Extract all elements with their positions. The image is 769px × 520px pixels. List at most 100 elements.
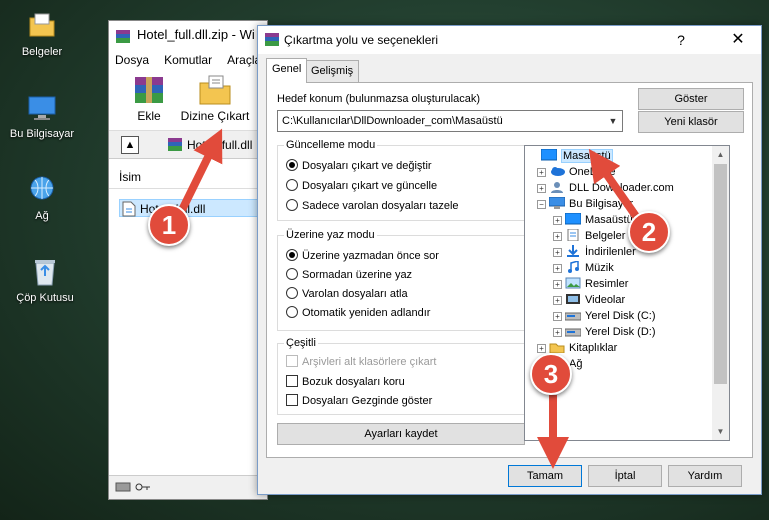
tree-expander-icon[interactable]: + — [553, 248, 562, 257]
tree-expander-icon[interactable]: + — [553, 328, 562, 337]
help-icon[interactable]: ? — [666, 26, 696, 54]
tree-node[interactable]: Masaüstü — [529, 148, 613, 164]
checkbox[interactable] — [286, 394, 298, 406]
new-folder-button[interactable]: Yeni klasör — [638, 111, 744, 133]
tree-node[interactable]: + Müzik — [553, 260, 614, 276]
help-button[interactable]: Yardım — [668, 465, 742, 487]
extract-to-button[interactable]: Dizine Çıkart — [179, 73, 251, 123]
save-settings-button[interactable]: Ayarları kaydet — [277, 423, 525, 445]
tree-node[interactable]: + İndirilenler — [553, 244, 636, 260]
tree-scrollbar[interactable]: ▲ ▼ — [712, 146, 729, 440]
desktop-icon-label: Çöp Kutusu — [16, 292, 74, 304]
list-item[interactable]: Hotel_full.dll — [119, 199, 259, 217]
desktop-icon-computer[interactable]: Bu Bilgisayar — [2, 92, 82, 140]
tree-node-label: Kitaplıklar — [569, 342, 618, 354]
tree-node[interactable]: + Masaüstü — [553, 212, 633, 228]
radio-selected[interactable] — [286, 159, 298, 171]
drive-icon — [564, 309, 582, 321]
tree-expander-icon[interactable]: + — [553, 264, 562, 273]
tree-node[interactable]: + DLL Downloader.com — [537, 180, 674, 196]
tree-node[interactable]: + Resimler — [553, 276, 628, 292]
radio[interactable] — [286, 287, 298, 299]
scroll-up-icon[interactable]: ▲ — [712, 146, 729, 163]
misc-option-subfolders: Arşivleri alt klasörlere çıkart — [286, 354, 436, 372]
menu-item-komutlar[interactable]: Komutlar — [158, 53, 218, 67]
tree-expander-icon[interactable]: + — [553, 232, 562, 241]
extract-folder-icon — [197, 73, 233, 107]
tree-node-label: Resimler — [585, 278, 629, 290]
update-option-update[interactable]: Dosyaları çıkart ve güncelle — [286, 178, 437, 196]
column-header-name[interactable]: İsim — [109, 165, 267, 189]
group-title: Üzerine yaz modu — [284, 229, 377, 241]
scroll-thumb[interactable] — [714, 164, 727, 384]
tree-node-label: Videolar — [585, 294, 626, 306]
radio[interactable] — [286, 268, 298, 280]
destination-combo[interactable]: C:\Kullanıcılar\DllDownloader_com\Masaüs… — [277, 110, 623, 132]
menu-item-dosya[interactable]: Dosya — [109, 53, 155, 67]
step-marker-2: 2 — [628, 211, 670, 253]
radio[interactable] — [286, 179, 298, 191]
computer-icon — [26, 92, 58, 124]
drive-icon — [564, 325, 582, 337]
dialog-title-bar: Çıkartma yolu ve seçenekleri ? ✕ — [258, 26, 761, 54]
update-option-freshen[interactable]: Sadece varolan dosyaları tazele — [286, 198, 459, 216]
folder-tree[interactable]: Masaüstü + OneDrive + DLL Downloader.com − Bu … — [524, 145, 730, 441]
tree-node[interactable]: + OneDrive — [537, 164, 615, 180]
add-button[interactable]: Ekle — [119, 73, 179, 123]
tree-node[interactable]: + Yerel Disk (C:) — [553, 308, 656, 324]
desktop-icon-label: Belgeler — [21, 46, 63, 58]
option-label: Dosyaları çıkart ve güncelle — [302, 180, 438, 192]
tree-expander-icon[interactable]: + — [553, 312, 562, 321]
tree-node[interactable]: − Bu Bilgisayar — [537, 196, 633, 212]
drive-key-icon — [115, 481, 151, 493]
tree-expander-icon[interactable]: + — [537, 168, 546, 177]
ok-button[interactable]: Tamam — [508, 465, 582, 487]
tab-genel[interactable]: Genel — [266, 58, 308, 83]
overwrite-option-overwrite[interactable]: Sormadan üzerine yaz — [286, 267, 412, 285]
music-icon — [565, 260, 581, 273]
tab-gelismis[interactable]: Gelişmiş — [305, 60, 360, 82]
up-folder-icon[interactable]: ▲ — [121, 136, 139, 154]
radio-selected[interactable] — [286, 249, 298, 261]
tree-expander-icon[interactable]: + — [537, 344, 546, 353]
network-icon — [26, 174, 58, 206]
tree-expander-icon[interactable]: − — [537, 200, 546, 209]
desktop-icon-recycle-bin[interactable]: Çöp Kutusu — [5, 256, 85, 304]
tree-node[interactable]: + Videolar — [553, 292, 625, 308]
tree-expander-icon[interactable]: + — [553, 296, 562, 305]
tree-node-label: Bu Bilgisayar — [569, 198, 634, 210]
update-option-replace[interactable]: Dosyaları çıkart ve değiştir — [286, 158, 432, 176]
tree-node[interactable]: + Yerel Disk (D:) — [553, 324, 656, 340]
desktop-icon-documents[interactable]: Belgeler — [2, 10, 82, 58]
destination-label: Hedef konum (bulunmazsa oluşturulacak) — [277, 93, 480, 105]
overwrite-option-skip[interactable]: Varolan dosyaları atla — [286, 286, 408, 304]
scroll-down-icon[interactable]: ▼ — [712, 423, 729, 440]
option-label: Otomatik yeniden adlandır — [302, 307, 431, 319]
tree-expander-icon[interactable]: + — [553, 216, 562, 225]
close-icon[interactable]: ✕ — [715, 26, 761, 54]
archive-path[interactable]: Hotel_full.dll — [187, 138, 252, 152]
misc-option-show-explorer[interactable]: Dosyaları Gezginde göster — [286, 393, 432, 411]
tree-node-label: İndirilenler — [585, 246, 636, 258]
show-button[interactable]: Göster — [638, 88, 744, 110]
tree-expander-icon[interactable]: + — [537, 184, 546, 193]
cancel-button[interactable]: İptal — [588, 465, 662, 487]
option-label: Bozuk dosyaları koru — [302, 376, 405, 388]
radio[interactable] — [286, 199, 298, 211]
extract-dialog: Çıkartma yolu ve seçenekleri ? ✕ Genel G… — [257, 25, 762, 495]
chevron-down-icon[interactable]: ▼ — [604, 111, 622, 131]
option-label: Varolan dosyaları atla — [302, 288, 408, 300]
overwrite-mode-group: Üzerine yaz modu Üzerine yazmadan önce s… — [277, 229, 525, 331]
tree-node-label: Masaüstü — [585, 214, 633, 226]
radio[interactable] — [286, 306, 298, 318]
option-label: Üzerine yazmadan önce sor — [302, 250, 439, 262]
overwrite-option-ask[interactable]: Üzerine yazmadan önce sor — [286, 248, 439, 266]
tree-expander-icon[interactable]: + — [553, 280, 562, 289]
desktop-icon-network[interactable]: Ağ — [2, 174, 82, 222]
step-marker-1: 1 — [148, 204, 190, 246]
tree-node[interactable]: + Belgeler — [553, 228, 625, 244]
path-bar: ▲ Hotel_full.dll — [109, 131, 267, 159]
misc-option-keep-broken[interactable]: Bozuk dosyaları koru — [286, 374, 405, 392]
overwrite-option-rename[interactable]: Otomatik yeniden adlandır — [286, 305, 430, 323]
checkbox[interactable] — [286, 375, 298, 387]
